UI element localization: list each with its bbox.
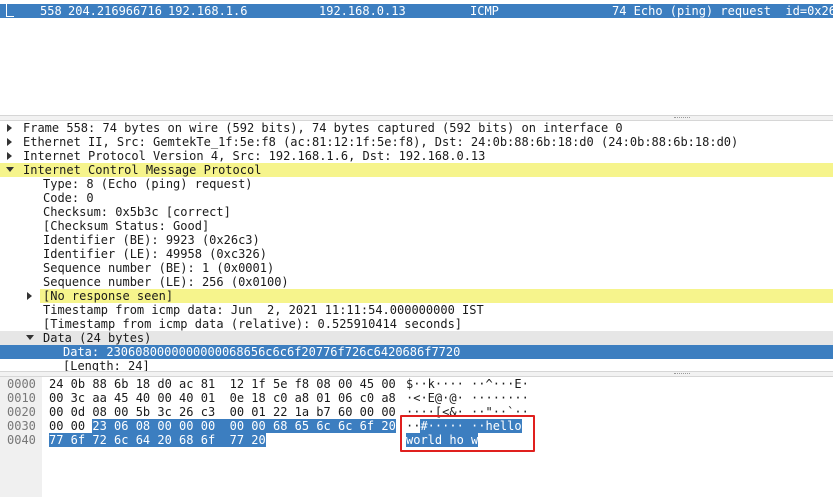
field-checksum-status-label: [Checksum Status: Good] [43, 219, 210, 233]
field-sequence-be-label: Sequence number (BE): 1 (0x0001) [43, 261, 275, 275]
field-checksum-label: Checksum: 0x5b3c [correct] [43, 205, 231, 219]
packet-time: 204.216966716 [68, 4, 162, 18]
packet-row-selected[interactable]: 558 204.216966716 192.168.1.6 192.168.0.… [0, 4, 833, 18]
field-timestamp-label: Timestamp from icmp data: Jun 2, 2021 11… [43, 303, 484, 317]
byte-offset: 0020 [7, 405, 36, 419]
annotation-red-box [400, 415, 535, 452]
splitter-grip-icon [674, 117, 690, 119]
field-sequence-le-label: Sequence number (LE): 256 (0x0100) [43, 275, 289, 289]
field-timestamp[interactable]: Timestamp from icmp data: Jun 2, 2021 11… [0, 303, 833, 317]
field-timestamp-relative[interactable]: [Timestamp from icmp data (relative): 0.… [0, 317, 833, 331]
expand-arrow-icon[interactable] [27, 292, 32, 300]
tree-data-label: Data (24 bytes) [43, 331, 152, 345]
tree-icmp-label: Internet Control Message Protocol [23, 163, 262, 177]
field-checksum-status[interactable]: [Checksum Status: Good] [0, 219, 833, 233]
field-length-label: [Length: 24] [63, 359, 150, 371]
packet-source: 192.168.1.6 [168, 4, 248, 18]
byte-hex-plain: 00 00 [49, 419, 93, 433]
field-sequence-be[interactable]: Sequence number (BE): 1 (0x0001) [0, 261, 833, 275]
packet-destination: 192.168.0.13 [319, 4, 406, 18]
byte-hex-row[interactable]: 00 3c aa 45 40 00 40 01 0e 18 c0 a8 01 0… [49, 391, 396, 405]
packet-no: 558 [40, 4, 62, 18]
field-length[interactable]: [Length: 24] [0, 359, 833, 371]
field-data-value[interactable]: Data: 2306080000000000068656c6c6f20776f7… [0, 345, 833, 359]
collapse-arrow-icon[interactable] [26, 335, 34, 340]
tree-ip-label: Internet Protocol Version 4, Src: 192.16… [23, 149, 486, 163]
field-identifier-le[interactable]: Identifier (LE): 49958 (0xc326) [0, 247, 833, 261]
field-identifier-be-label: Identifier (BE): 9923 (0x26c3) [43, 233, 260, 247]
field-timestamp-relative-label: [Timestamp from icmp data (relative): 0.… [43, 317, 463, 331]
field-code[interactable]: Code: 0 [0, 191, 833, 205]
packet-list-pane[interactable]: 558 204.216966716 192.168.1.6 192.168.0.… [0, 0, 833, 115]
field-identifier-le-label: Identifier (LE): 49958 (0xc326) [43, 247, 267, 261]
tree-ip[interactable]: Internet Protocol Version 4, Src: 192.16… [0, 149, 833, 163]
expand-arrow-icon[interactable] [7, 138, 12, 146]
tree-no-response[interactable]: [No response seen] [0, 289, 833, 303]
field-data-value-label: Data: 2306080000000000068656c6c6f20776f7… [63, 345, 461, 359]
field-code-label: Code: 0 [43, 191, 94, 205]
byte-ascii-row[interactable]: $··k···· ··^···E· [406, 377, 529, 391]
byte-offset: 0040 [7, 433, 36, 447]
field-sequence-le[interactable]: Sequence number (LE): 256 (0x0100) [0, 275, 833, 289]
expand-arrow-icon[interactable] [7, 124, 12, 132]
byte-offset: 0030 [7, 419, 36, 433]
field-type[interactable]: Type: 8 (Echo (ping) request) [0, 177, 833, 191]
byte-hex-row[interactable]: 77 6f 72 6c 64 20 68 6f 77 20 [49, 433, 266, 447]
tree-no-response-label: [No response seen] [43, 289, 174, 303]
byte-hex-row[interactable]: 00 0d 08 00 5b 3c 26 c3 00 01 22 1a b7 6… [49, 405, 396, 419]
byte-hex-row[interactable]: 24 0b 88 6b 18 d0 ac 81 12 1f 5e f8 08 0… [49, 377, 396, 391]
expand-arrow-icon[interactable] [7, 152, 12, 160]
tree-data[interactable]: Data (24 bytes) [0, 331, 833, 345]
field-identifier-be[interactable]: Identifier (BE): 9923 (0x26c3) [0, 233, 833, 247]
packet-bytes-pane[interactable]: 0000 24 0b 88 6b 18 d0 ac 81 12 1f 5e f8… [0, 377, 833, 497]
byte-ascii-row[interactable]: ·<·E@·@· ········ [406, 391, 529, 405]
byte-hex-selected: 23 06 08 00 00 00 00 00 68 65 6c 6c 6f 2… [92, 419, 396, 433]
tree-ethernet[interactable]: Ethernet II, Src: GemtekTe_1f:5e:f8 (ac:… [0, 135, 833, 149]
tree-ethernet-label: Ethernet II, Src: GemtekTe_1f:5e:f8 (ac:… [23, 135, 739, 149]
related-packet-marker-icon [6, 4, 14, 17]
collapse-arrow-icon[interactable] [6, 167, 14, 172]
tree-frame-label: Frame 558: 74 bytes on wire (592 bits), … [23, 121, 623, 135]
packet-protocol: ICMP [470, 4, 499, 18]
byte-offset: 0010 [7, 391, 36, 405]
packet-info: 74 Echo (ping) request id=0x26 [612, 4, 833, 18]
byte-hex-selected: 77 6f 72 6c 64 20 68 6f 77 20 [49, 433, 266, 447]
field-checksum[interactable]: Checksum: 0x5b3c [correct] [0, 205, 833, 219]
splitter-grip-icon [674, 373, 690, 375]
field-type-label: Type: 8 (Echo (ping) request) [43, 177, 253, 191]
tree-icmp[interactable]: Internet Control Message Protocol [0, 163, 833, 177]
packet-details-pane[interactable]: Frame 558: 74 bytes on wire (592 bits), … [0, 121, 833, 371]
tree-frame[interactable]: Frame 558: 74 bytes on wire (592 bits), … [0, 121, 833, 135]
byte-offset: 0000 [7, 377, 36, 391]
byte-hex-row[interactable]: 00 00 23 06 08 00 00 00 00 00 68 65 6c 6… [49, 419, 396, 433]
